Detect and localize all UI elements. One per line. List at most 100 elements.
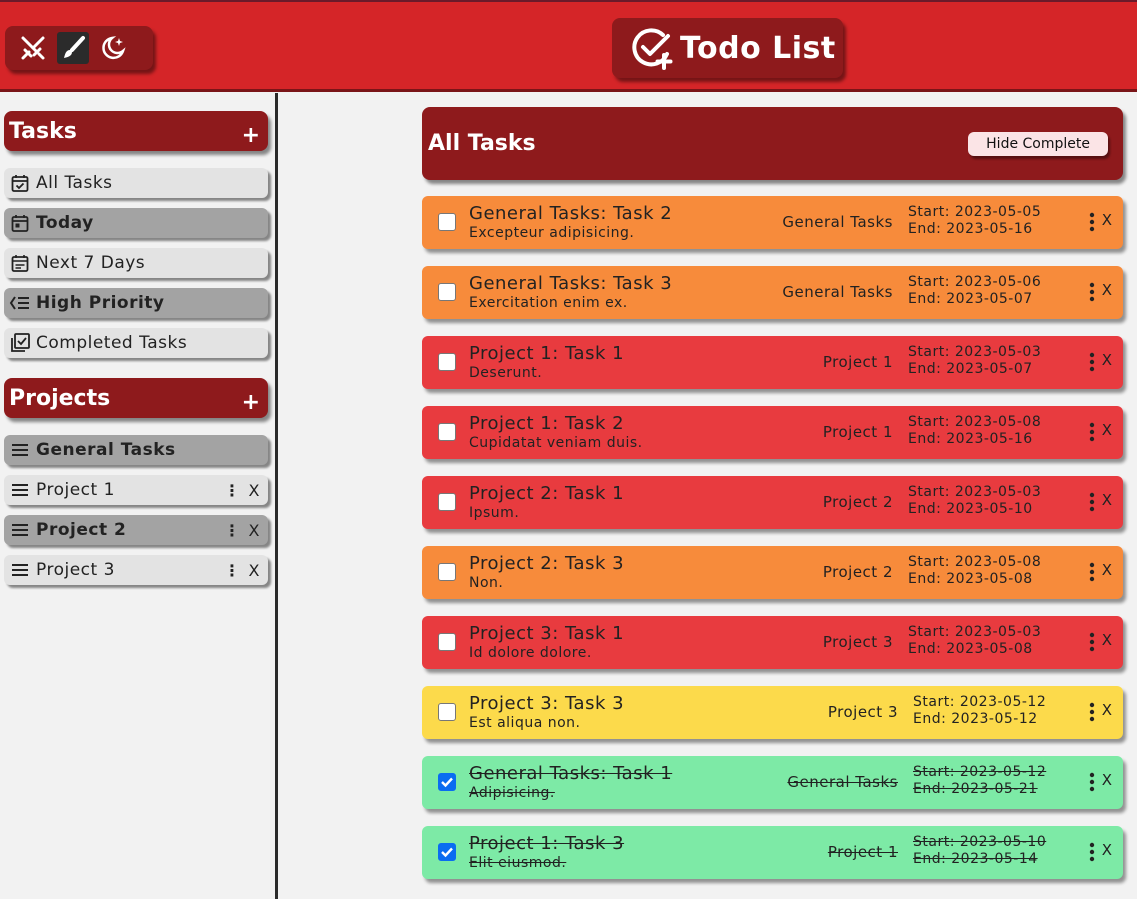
task-options-button[interactable] bbox=[1089, 842, 1095, 866]
project-options-button[interactable]: ⋮ bbox=[224, 481, 241, 500]
sidebar-project-general-tasks[interactable]: General Tasks bbox=[4, 435, 268, 465]
sidebar-item-label: High Priority bbox=[36, 293, 165, 313]
add-project-button[interactable]: + bbox=[242, 390, 260, 415]
task-end-date: End: 2023-05-14 bbox=[913, 851, 1038, 867]
check-plus-icon bbox=[632, 28, 673, 70]
task-card[interactable]: General Tasks: Task 3 Exercitation enim e… bbox=[422, 266, 1123, 319]
task-title: General Tasks: Task 3 bbox=[469, 273, 673, 294]
task-description: Deserunt. bbox=[469, 365, 543, 381]
sidebar-item-today[interactable]: Today bbox=[4, 208, 268, 238]
kebab-menu-icon bbox=[1089, 702, 1095, 722]
task-options-button[interactable] bbox=[1089, 282, 1095, 306]
task-start-date: Start: 2023-05-10 bbox=[913, 834, 1047, 850]
task-card[interactable]: Project 1: Task 3 Elit eiusmod. Project 1 S… bbox=[422, 826, 1123, 879]
task-checkbox[interactable] bbox=[438, 843, 456, 861]
app-title: Todo List bbox=[680, 30, 836, 66]
sidebar-item-label: Project 1 bbox=[36, 480, 115, 500]
task-card[interactable]: Project 3: Task 3 Est aliqua non. Project … bbox=[422, 686, 1123, 739]
task-end-date: End: 2023-05-08 bbox=[908, 571, 1033, 587]
theme-button-brush[interactable] bbox=[57, 32, 89, 64]
task-card[interactable]: General Tasks: Task 2 Excepteur adipisici… bbox=[422, 196, 1123, 249]
task-options-button[interactable] bbox=[1089, 772, 1095, 796]
task-delete-button[interactable]: X bbox=[1102, 561, 1112, 579]
task-checkbox[interactable] bbox=[438, 773, 456, 791]
sidebar-project-2[interactable]: Project 2 ⋮ X bbox=[4, 515, 268, 545]
task-checkbox[interactable] bbox=[438, 563, 456, 581]
sidebar-project-1[interactable]: Project 1 ⋮ X bbox=[4, 475, 268, 505]
sidebar-item-label: Completed Tasks bbox=[36, 333, 188, 353]
task-card[interactable]: General Tasks: Task 1 Adipisicing. General… bbox=[422, 756, 1123, 809]
checkmark-icon bbox=[441, 847, 453, 858]
kebab-menu-icon bbox=[1089, 282, 1095, 302]
task-end-date: End: 2023-05-08 bbox=[908, 641, 1033, 657]
task-delete-button[interactable]: X bbox=[1102, 421, 1112, 439]
task-checkbox[interactable] bbox=[438, 633, 456, 651]
task-card[interactable]: Project 1: Task 2 Cupidatat veniam duis. P… bbox=[422, 406, 1123, 459]
task-description: Id dolore dolore. bbox=[469, 645, 592, 661]
task-title: Project 1: Task 3 bbox=[469, 833, 625, 854]
project-actions: ⋮ X bbox=[224, 521, 260, 540]
task-options-button[interactable] bbox=[1089, 702, 1095, 726]
task-title: Project 2: Task 3 bbox=[469, 553, 625, 574]
task-dates: Start: 2023-05-03 End: 2023-05-07 bbox=[908, 344, 1041, 378]
task-options-button[interactable] bbox=[1089, 212, 1095, 236]
task-checkbox[interactable] bbox=[438, 353, 456, 371]
task-delete-button[interactable]: X bbox=[1102, 631, 1112, 649]
task-dates: Start: 2023-05-03 End: 2023-05-08 bbox=[908, 624, 1041, 658]
task-card[interactable]: Project 2: Task 3 Non. Project 2 Start: 202… bbox=[422, 546, 1123, 599]
task-checkbox[interactable] bbox=[438, 213, 456, 231]
task-card[interactable]: Project 3: Task 1 Id dolore dolore. Projec… bbox=[422, 616, 1123, 669]
task-end-date: End: 2023-05-07 bbox=[908, 291, 1033, 307]
task-end-date: End: 2023-05-07 bbox=[908, 361, 1033, 377]
hide-complete-button[interactable]: Hide Complete bbox=[968, 131, 1108, 156]
add-task-button[interactable]: + bbox=[242, 123, 260, 148]
task-project: Project 3 bbox=[827, 703, 898, 721]
project-delete-button[interactable]: X bbox=[249, 481, 260, 500]
kebab-menu-icon bbox=[1089, 772, 1095, 792]
sidebar-item-all-tasks[interactable]: All Tasks bbox=[4, 168, 268, 198]
task-card[interactable]: Project 1: Task 1 Deserunt. Project 1 Start… bbox=[422, 336, 1123, 389]
project-options-button[interactable]: ⋮ bbox=[224, 521, 241, 540]
sidebar-item-next-7-days[interactable]: Next 7 Days bbox=[4, 248, 268, 278]
kebab-menu-icon bbox=[1089, 422, 1095, 442]
task-start-date: Start: 2023-05-12 bbox=[913, 694, 1047, 710]
theme-button-swords[interactable] bbox=[17, 32, 49, 64]
kebab-menu-icon bbox=[1089, 492, 1095, 512]
sidebar-item-label: General Tasks bbox=[36, 440, 176, 460]
task-delete-button[interactable]: X bbox=[1102, 701, 1112, 719]
task-options-button[interactable] bbox=[1089, 492, 1095, 516]
sidebar: Tasks + All Tasks Today Next 7 Days High… bbox=[0, 93, 278, 899]
task-project: Project 1 bbox=[827, 843, 898, 861]
task-options-button[interactable] bbox=[1089, 422, 1095, 446]
theme-button-moon[interactable] bbox=[97, 32, 129, 64]
task-options-button[interactable] bbox=[1089, 632, 1095, 656]
task-checkbox[interactable] bbox=[438, 283, 456, 301]
task-options-button[interactable] bbox=[1089, 562, 1095, 586]
swords-icon bbox=[21, 36, 45, 60]
task-delete-button[interactable]: X bbox=[1102, 771, 1112, 789]
task-delete-button[interactable]: X bbox=[1102, 281, 1112, 299]
task-dates: Start: 2023-05-03 End: 2023-05-10 bbox=[908, 484, 1041, 518]
kebab-menu-icon bbox=[1089, 212, 1095, 232]
task-project: General Tasks bbox=[782, 213, 893, 231]
task-delete-button[interactable]: X bbox=[1102, 491, 1112, 509]
project-delete-button[interactable]: X bbox=[249, 521, 260, 540]
task-checkbox[interactable] bbox=[438, 423, 456, 441]
kebab-menu-icon bbox=[1089, 352, 1095, 372]
task-card[interactable]: Project 2: Task 1 Ipsum. Project 2 Start: 2… bbox=[422, 476, 1123, 529]
task-delete-button[interactable]: X bbox=[1102, 211, 1112, 229]
task-checkbox[interactable] bbox=[438, 493, 456, 511]
task-project: Project 2 bbox=[822, 493, 893, 511]
project-delete-button[interactable]: X bbox=[249, 561, 260, 580]
task-checkbox[interactable] bbox=[438, 703, 456, 721]
task-options-button[interactable] bbox=[1089, 352, 1095, 376]
sidebar-project-3[interactable]: Project 3 ⋮ X bbox=[4, 555, 268, 585]
sidebar-item-high-priority[interactable]: High Priority bbox=[4, 288, 268, 318]
sidebar-item-completed-tasks[interactable]: Completed Tasks bbox=[4, 328, 268, 358]
theme-switcher bbox=[5, 26, 153, 70]
menu-lines-icon bbox=[9, 519, 31, 541]
project-options-button[interactable]: ⋮ bbox=[224, 561, 241, 580]
task-start-date: Start: 2023-05-03 bbox=[908, 344, 1042, 360]
task-delete-button[interactable]: X bbox=[1102, 841, 1112, 859]
task-delete-button[interactable]: X bbox=[1102, 351, 1112, 369]
